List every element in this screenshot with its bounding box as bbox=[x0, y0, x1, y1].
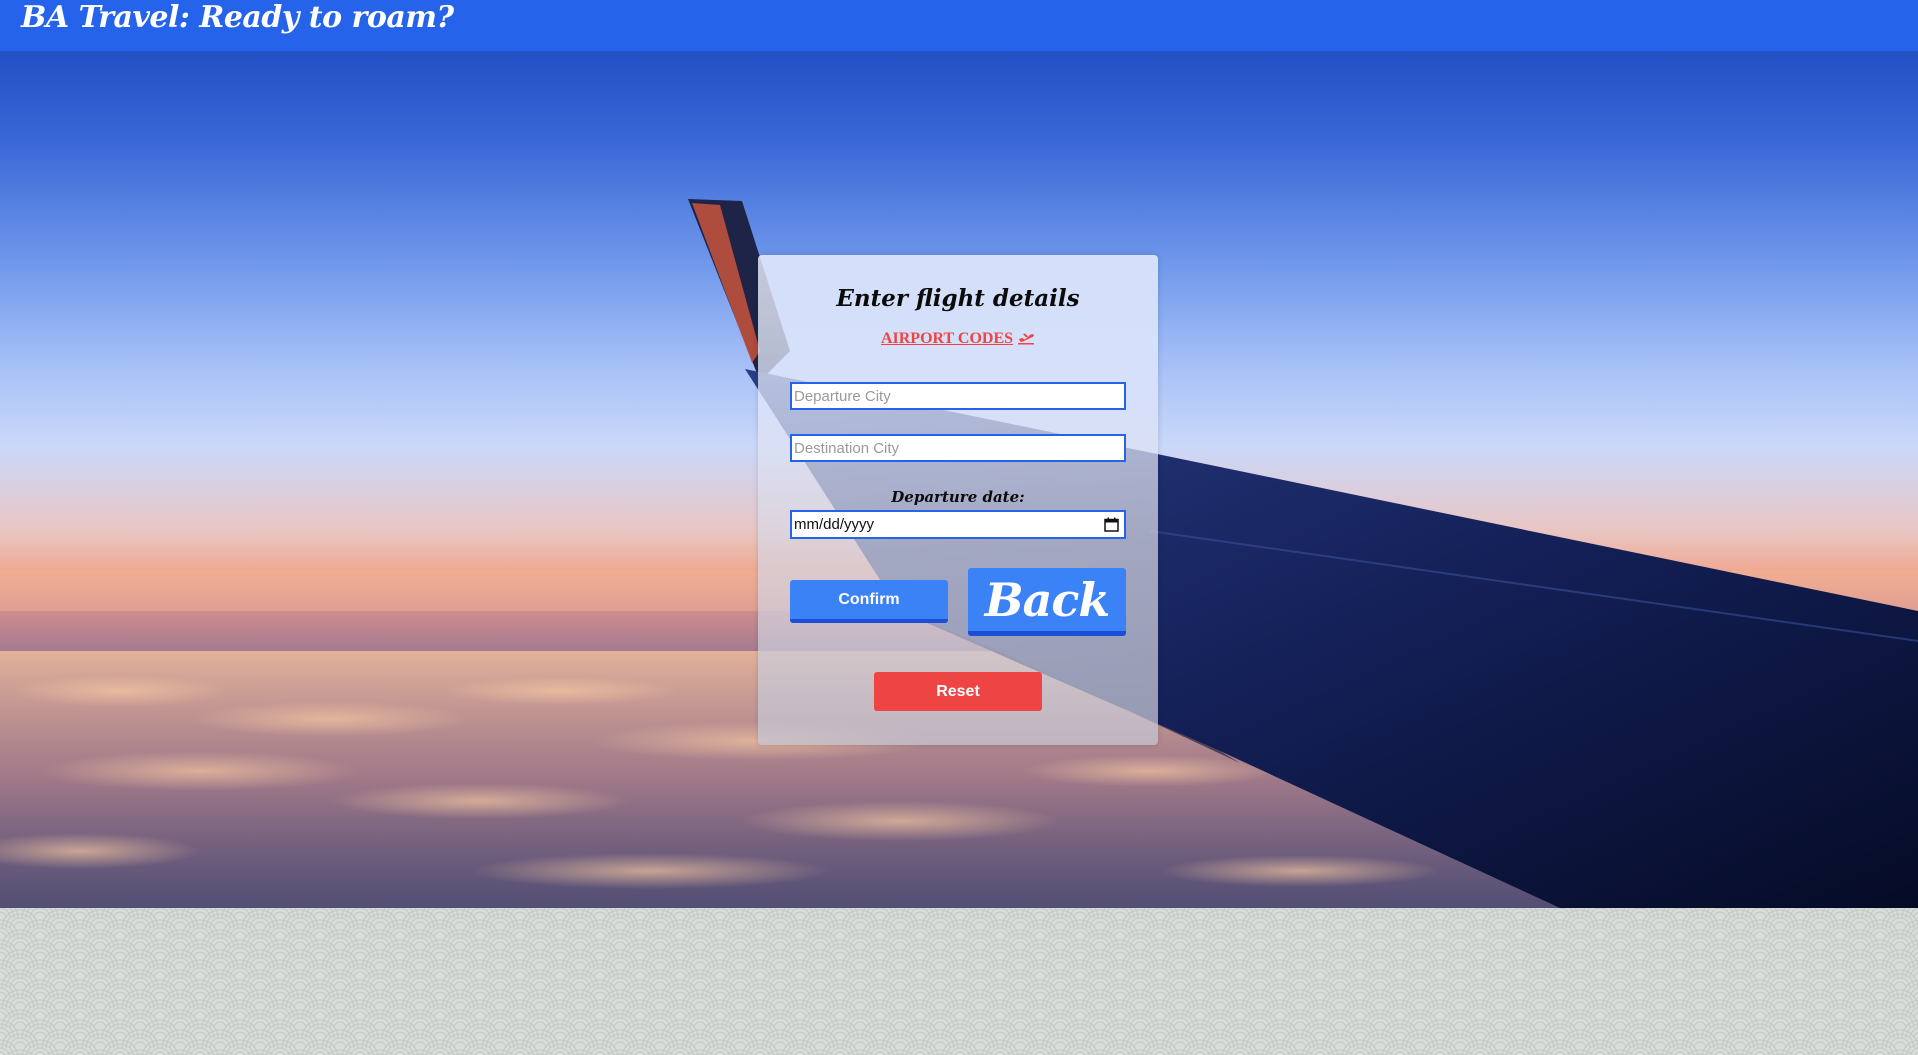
header-bar: BA Travel: Ready to roam? bbox=[0, 0, 1918, 51]
departure-date-input[interactable]: mm/dd/yyyy bbox=[790, 510, 1126, 539]
airport-codes-label: AIRPORT CODES bbox=[880, 330, 1014, 347]
confirm-button[interactable]: Confirm bbox=[790, 580, 948, 623]
back-button[interactable]: Back bbox=[968, 568, 1126, 636]
destination-city-input[interactable] bbox=[790, 434, 1126, 462]
page: BA Travel: Ready to roam? Enter flight d… bbox=[0, 0, 1918, 1055]
date-value: mm/dd/yyyy bbox=[794, 516, 875, 533]
departure-city-input[interactable] bbox=[790, 382, 1126, 410]
departure-date-label: Departure date: bbox=[891, 488, 1025, 506]
flight-details-form: Enter flight details AIRPORT CODES Depar… bbox=[758, 255, 1158, 745]
reset-button[interactable]: Reset bbox=[874, 672, 1042, 711]
page-title: BA Travel: Ready to roam? bbox=[21, 0, 454, 35]
form-title: Enter flight details bbox=[836, 285, 1080, 312]
decorative-pattern-band bbox=[0, 908, 1918, 1055]
calendar-icon[interactable] bbox=[1104, 517, 1119, 532]
airport-codes-link[interactable]: AIRPORT CODES bbox=[758, 329, 1158, 351]
plane-departure-icon bbox=[1017, 331, 1035, 351]
